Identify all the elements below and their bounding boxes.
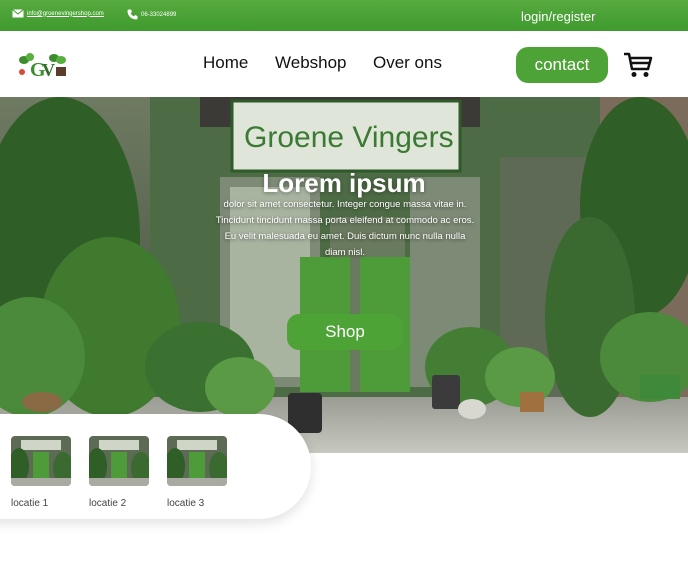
location-2-label: locatie 2 — [89, 498, 127, 509]
shop-button[interactable]: Shop — [287, 314, 403, 350]
hero-title: Lorem ipsum — [262, 168, 426, 198]
login-register-link[interactable]: login/register — [521, 9, 595, 24]
hero-banner: Groene Vingers Lorem ipsum dolor sit ame… — [0, 97, 688, 453]
location-1-thumbnail — [9, 436, 73, 486]
location-card-1[interactable]: locatie 1 — [9, 436, 73, 509]
locations-panel: locatie 1 locatie 2 locatie 3 — [0, 414, 311, 519]
location-3-thumbnail — [165, 436, 229, 486]
store-sign-text: Groene Vingers — [244, 121, 454, 154]
location-3-label: locatie 3 — [167, 498, 205, 509]
location-card-3[interactable]: locatie 3 — [165, 436, 229, 509]
site-header: G V Home Webshop Over ons contact — [0, 31, 688, 97]
nav-over-ons[interactable]: Over ons — [373, 53, 442, 73]
groene-vingers-logo[interactable]: G V — [14, 51, 70, 79]
phone-text: 06-33024899 — [141, 11, 177, 18]
hero-description: dolor sit amet consectetur. Integer cong… — [215, 199, 475, 258]
mail-icon — [12, 9, 24, 18]
top-bar: info@groenevingershop.com 06-33024899 lo… — [0, 0, 688, 31]
phone-icon — [127, 9, 138, 20]
nav-home[interactable]: Home — [203, 53, 248, 73]
nav-webshop[interactable]: Webshop — [275, 53, 347, 73]
email-link[interactable]: info@groenevingershop.com — [12, 9, 104, 18]
shopping-cart-icon[interactable] — [623, 51, 653, 79]
svg-text:V: V — [42, 60, 55, 79]
location-1-label: locatie 1 — [11, 498, 49, 509]
location-2-thumbnail — [87, 436, 151, 486]
phone-link[interactable]: 06-33024899 — [127, 9, 176, 20]
location-card-2[interactable]: locatie 2 — [87, 436, 151, 509]
contact-button[interactable]: contact — [516, 47, 608, 83]
storefront-photo: Groene Vingers — [0, 97, 688, 453]
email-text: info@groenevingershop.com — [27, 10, 104, 17]
